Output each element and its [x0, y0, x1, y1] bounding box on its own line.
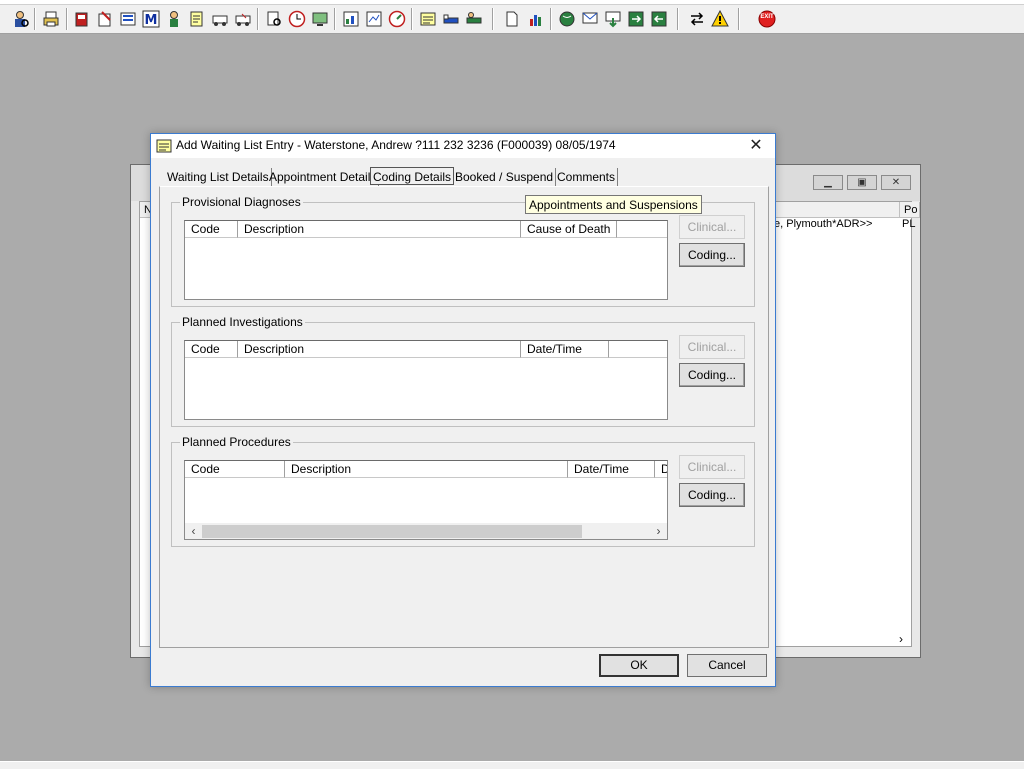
planned-investigations-group: Planned Investigations Code Description … [171, 315, 755, 427]
close-button[interactable]: ✕ [881, 175, 911, 190]
clinical-button[interactable]: Clinical... [679, 455, 745, 479]
swap-icon[interactable] [687, 9, 707, 29]
transport-icon[interactable] [210, 9, 230, 29]
tab-waiting-list-details[interactable]: Waiting List Details [165, 168, 272, 186]
diagnoses-grid[interactable]: Code Description Cause of Death [184, 220, 668, 300]
clinical-button[interactable]: Clinical... [679, 335, 745, 359]
down-icon[interactable] [603, 9, 623, 29]
column-header-description[interactable]: Description [285, 461, 568, 478]
menu-strip [0, 0, 1024, 5]
tab-appointment-details[interactable]: Appointment Details [267, 168, 380, 186]
tab-coding-details[interactable]: Coding Details [370, 167, 455, 185]
column-header-description[interactable]: Description [238, 341, 521, 358]
tab-booked-suspend[interactable]: Booked / Suspend [453, 168, 557, 186]
transport2-icon[interactable] [233, 9, 253, 29]
dialog-titlebar: Add Waiting List Entry - Waterstone, And… [151, 134, 775, 158]
group-title: Planned Investigations [180, 315, 305, 329]
notepad-icon [156, 138, 172, 154]
column-header-date-time[interactable]: Date/Time [521, 341, 609, 358]
clinical-button[interactable]: Clinical... [679, 215, 745, 239]
column-header-code[interactable]: Code [185, 221, 238, 238]
user-search-icon[interactable] [10, 9, 30, 29]
minimize-button[interactable]: ▁ [813, 175, 843, 190]
investigations-grid[interactable]: Code Description Date/Time [184, 340, 668, 420]
print-icon[interactable] [41, 9, 61, 29]
dial-icon[interactable] [387, 9, 407, 29]
coding-button[interactable]: Coding... [679, 363, 745, 387]
monitor-icon[interactable] [310, 9, 330, 29]
provisional-diagnoses-group: Provisional Diagnoses Code Description C… [171, 195, 755, 307]
dialog-title: Add Waiting List Entry - Waterstone, And… [176, 138, 616, 152]
m-icon[interactable]: M [141, 9, 161, 29]
horizontal-scrollbar[interactable]: ‹ › [185, 523, 667, 539]
green-arrows-icon[interactable] [626, 9, 646, 29]
green-arrows-icon[interactable] [649, 9, 669, 29]
page-icon[interactable] [502, 9, 522, 29]
edit-icon[interactable] [187, 9, 207, 29]
globe-icon[interactable] [557, 9, 577, 29]
scroll-left-icon[interactable]: ‹ [185, 523, 202, 539]
column-header-code[interactable]: Code [185, 341, 238, 358]
add-waiting-list-dialog: Add Waiting List Entry - Waterstone, And… [150, 133, 776, 687]
column-header-empty [617, 221, 667, 238]
person-icon[interactable] [164, 9, 184, 29]
group-title: Planned Procedures [180, 435, 293, 449]
ok-button[interactable]: OK [599, 654, 679, 677]
book-icon[interactable] [72, 9, 92, 29]
group-title: Provisional Diagnoses [180, 195, 303, 209]
tab-comments[interactable]: Comments [555, 168, 619, 186]
warning-icon[interactable] [710, 9, 730, 29]
message-icon[interactable] [580, 9, 600, 29]
chart-icon[interactable] [341, 9, 361, 29]
column-header-d[interactable]: D [655, 461, 667, 478]
clock-icon[interactable] [287, 9, 307, 29]
column-header-description[interactable]: Description [238, 221, 521, 238]
notepad-icon[interactable] [418, 9, 438, 29]
exit-icon[interactable]: EXIT [757, 9, 777, 29]
column-header-empty [609, 341, 667, 358]
bar-chart-icon[interactable] [526, 9, 546, 29]
close-button[interactable]: ✕ [743, 136, 769, 156]
column-header-cause-of-death[interactable]: Cause of Death [521, 221, 617, 238]
column-header[interactable]: Po [900, 202, 920, 218]
scroll-right-icon[interactable]: › [650, 523, 667, 539]
bed2-icon[interactable] [464, 9, 484, 29]
notes-icon[interactable] [95, 9, 115, 29]
scrollbar-thumb[interactable] [202, 525, 582, 538]
document-chart-icon[interactable] [364, 9, 384, 29]
list-icon[interactable] [118, 9, 138, 29]
scroll-right-arrow[interactable]: › [899, 632, 903, 646]
list-cell[interactable]: PL [902, 218, 915, 230]
column-header-code[interactable]: Code [185, 461, 285, 478]
coding-button[interactable]: Coding... [679, 243, 745, 267]
column-header-date-time[interactable]: Date/Time [568, 461, 655, 478]
search-doc-icon[interactable] [264, 9, 284, 29]
list-cell[interactable]: e, Plymouth*ADR>> [774, 218, 872, 230]
cancel-button[interactable]: Cancel [687, 654, 767, 677]
tooltip: Appointments and Suspensions [525, 195, 702, 214]
procedures-grid[interactable]: Code Description Date/Time D ‹ › [184, 460, 668, 540]
planned-procedures-group: Planned Procedures Code Description Date… [171, 435, 755, 547]
exit-icon-label: EXIT [760, 14, 774, 20]
restore-button[interactable]: ▣ [847, 175, 877, 190]
coding-button[interactable]: Coding... [679, 483, 745, 507]
bed-icon[interactable] [441, 9, 461, 29]
svg-text:M: M [145, 13, 158, 28]
main-toolbar: M EXIT [0, 0, 1024, 34]
